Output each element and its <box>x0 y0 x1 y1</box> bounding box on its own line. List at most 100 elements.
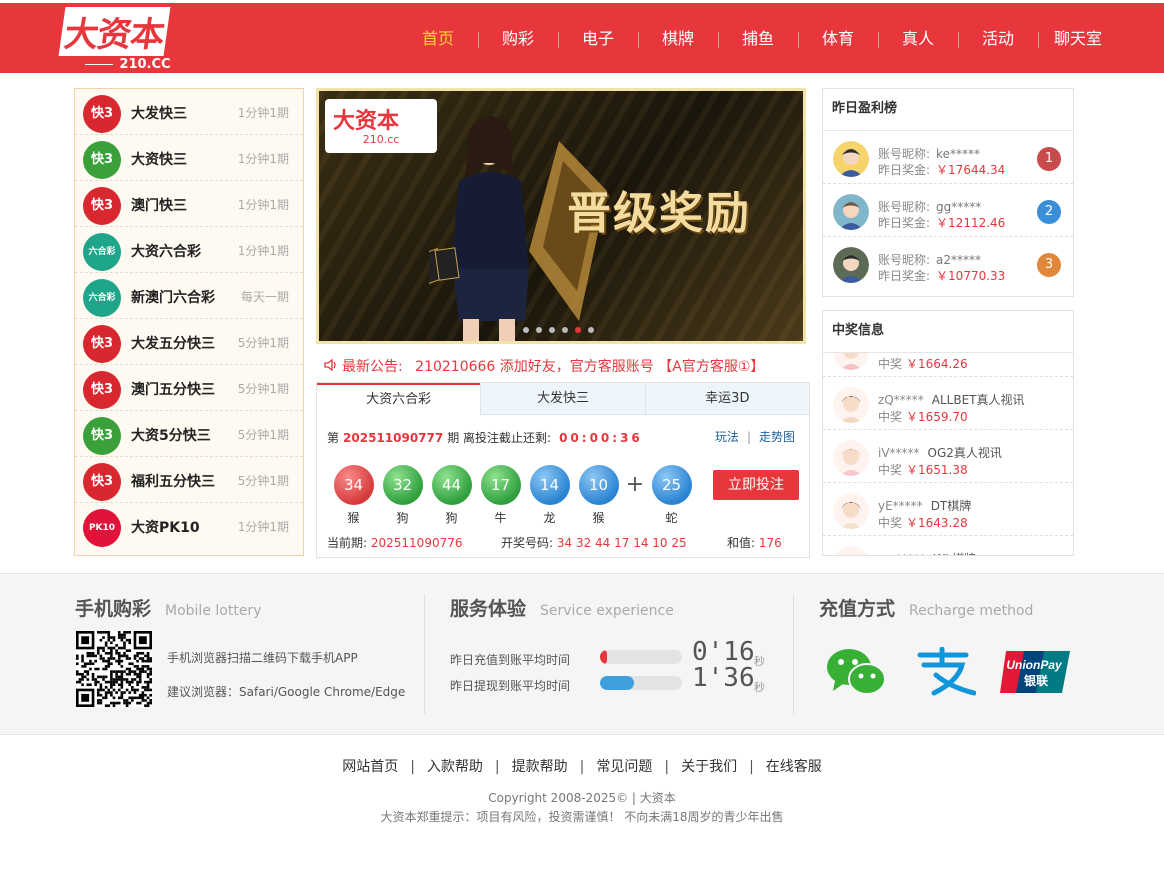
lottery-period: 1分钟1期 <box>237 152 289 166</box>
trend-chart-link[interactable]: 走势图 <box>759 430 795 444</box>
footer-link-5[interactable]: 在线客服 <box>766 759 822 775</box>
unionpay-text-cn: 银联 <box>1024 673 1048 688</box>
link-separator: | <box>746 430 751 444</box>
lottery-list-item[interactable]: 快3 福利五分快三 5分钟1期 <box>75 457 303 503</box>
nickname-label: 账号昵称: <box>878 253 931 267</box>
pk10-icon: PK10 <box>83 509 121 547</box>
nav-item-8[interactable]: 聊天室 <box>1038 21 1118 61</box>
kuai3-red-icon: 快3 <box>83 187 121 225</box>
banner-dot[interactable] <box>523 327 529 333</box>
ball-number: 44 <box>431 465 472 505</box>
nav-item-2[interactable]: 电子 <box>558 21 638 61</box>
ranking-row: 账号昵称: a2***** 昨日奖金: ￥10770.33 3 <box>823 237 1073 290</box>
lottery-list-item[interactable]: PK10 大资PK10 1分钟1期 <box>75 503 303 549</box>
risk-warning: 大资本郑重提示：项目有风险，投资需谨慎！ 不向未满18周岁的青少年出售 <box>380 810 784 824</box>
unionpay-icon[interactable]: UnionPay 银联 <box>998 647 1072 697</box>
withdraw-time-label: 昨日提现到账平均时间 <box>450 679 571 693</box>
kuai3-red-icon: 快3 <box>83 371 121 409</box>
winners-list[interactable]: 中奖 ￥1664.26 zQ***** ALLBET真人视讯 中奖 ￥1659.70 iV*… <box>823 353 1073 555</box>
prize-label: 昨日奖金: <box>878 163 931 177</box>
nav-item-5[interactable]: 体育 <box>798 21 878 61</box>
ball-number: 17 <box>480 465 521 505</box>
lottery-name: 新澳门六合彩 <box>131 290 215 306</box>
lottery-list-item[interactable]: 快3 大发五分快三 5分钟1期 <box>75 319 303 365</box>
avatar <box>833 493 869 529</box>
banner-dot[interactable] <box>562 327 568 333</box>
nav-item-1[interactable]: 购彩 <box>478 21 558 61</box>
promo-banner[interactable]: 大资本 210.cc 晋级奖励 <box>316 88 806 344</box>
lottery-list-item[interactable]: 六合彩 大资六合彩 1分钟1期 <box>75 227 303 273</box>
banner-dot[interactable] <box>536 327 542 333</box>
rules-link[interactable]: 玩法 <box>715 430 739 444</box>
mobile-title-en: Mobile lottery <box>165 603 262 619</box>
banner-dot[interactable] <box>588 327 594 333</box>
avatar <box>833 141 869 177</box>
footer-link-0[interactable]: 网站首页 <box>342 759 398 775</box>
bet-now-button[interactable]: 立即投注 <box>713 470 799 500</box>
winner-game: DT棋牌 <box>930 499 972 513</box>
divider <box>424 594 425 714</box>
lottery-list-item[interactable]: 快3 大资5分快三 5分钟1期 <box>75 411 303 457</box>
footer-link-4[interactable]: 关于我们 <box>681 759 737 775</box>
nav-item-6[interactable]: 真人 <box>878 21 958 61</box>
deposit-time-unit: 秒 <box>754 655 765 668</box>
prize-line: 昨日奖金: ￥12112.46 <box>878 214 1005 231</box>
winners-title: 中奖信息 <box>823 311 1073 353</box>
recharge-section-title: 充值方式 Recharge method <box>819 594 1033 621</box>
winner-info: zQ***** ALLBET真人视讯 <box>878 391 1024 408</box>
prize-value: ￥12112.46 <box>936 216 1006 230</box>
ball-number: 25 <box>651 465 692 505</box>
lottery-tab-1[interactable]: 大发快三 <box>480 383 645 415</box>
winner-user: iV***** <box>878 446 920 460</box>
ball-number: 14 <box>529 465 570 505</box>
footer-link-3[interactable]: 常见问题 <box>596 759 652 775</box>
kuai3-red-icon: 快3 <box>83 463 121 501</box>
prev-issue-label: 当前期: <box>327 536 368 550</box>
won-label: 中奖 <box>878 357 903 371</box>
nav-item-7[interactable]: 活动 <box>958 21 1038 61</box>
previous-draw: 当前期: 202511090776 开奖号码: 34 32 44 17 14 1… <box>327 534 801 551</box>
nav-item-0[interactable]: 首页 <box>398 21 478 61</box>
lottery-list-item[interactable]: 快3 澳门快三 1分钟1期 <box>75 181 303 227</box>
nav-item-3[interactable]: 棋牌 <box>638 21 718 61</box>
draw-ball: 32 狗 <box>378 465 427 526</box>
draw-ball: 17 牛 <box>476 465 525 526</box>
winner-row: zQ***** ALLBET真人视讯 中奖 ￥1659.70 <box>823 377 1073 430</box>
winner-amount-line: 中奖 ￥1651.38 <box>878 461 968 478</box>
notice-bar[interactable]: 最新公告: 210210666 添加好友，官方客服账号 【A官方客服①】 <box>324 356 804 376</box>
footer-link-1[interactable]: 入款帮助 <box>427 759 483 775</box>
nav-item-4[interactable]: 捕鱼 <box>718 21 798 61</box>
banner-logo-domain: 210.cc <box>362 133 400 146</box>
footer-separator: | <box>749 759 754 775</box>
lottery-list-item[interactable]: 快3 澳门五分快三 5分钟1期 <box>75 365 303 411</box>
footer-link-2[interactable]: 提款帮助 <box>512 759 568 775</box>
liuhecai-teal-icon: 六合彩 <box>83 279 121 317</box>
recharge-title: 充值方式 <box>819 598 896 620</box>
winner-info: yE***** DT棋牌 <box>878 497 971 514</box>
banner-dot[interactable] <box>549 327 555 333</box>
lottery-list-item[interactable]: 六合彩 新澳门六合彩 每天一期 <box>75 273 303 319</box>
countdown-timer: 00:00:36 <box>559 431 643 445</box>
lottery-draw-panel: 大资六合彩 大发快三 幸运3D 第 202511090777 期 离投注截止还剩: 00:… <box>316 382 810 558</box>
lottery-tab-0[interactable]: 大资六合彩 <box>317 383 481 415</box>
winner-game: ALLBET真人视讯 <box>931 393 1025 407</box>
lottery-list-item[interactable]: 快3 大资快三 1分钟1期 <box>75 135 303 181</box>
lottery-period: 1分钟1期 <box>237 106 289 120</box>
wechat-pay-icon[interactable] <box>825 647 887 697</box>
logo-domain: 210.CC <box>62 57 188 87</box>
ball-number: 10 <box>578 465 619 505</box>
alipay-icon[interactable] <box>914 647 976 697</box>
draw-numbers: 34 32 44 17 14 10 25 <box>556 536 687 550</box>
site-logo[interactable]: 大资本 210.CC <box>58 7 192 75</box>
lottery-list-item[interactable]: 快3 大发快三 1分钟1期 <box>75 89 303 135</box>
nickname-value: gg***** <box>936 200 982 214</box>
lottery-tab-2[interactable]: 幸运3D <box>644 383 809 415</box>
banner-dot[interactable] <box>575 327 581 333</box>
mobile-section-title: 手机购彩 Mobile lottery <box>75 594 261 621</box>
winner-row: iV***** OG2真人视讯 中奖 ￥1651.38 <box>823 430 1073 483</box>
liuhecai-teal-icon: 六合彩 <box>83 233 121 271</box>
ranking-row: 账号昵称: ke***** 昨日奖金: ￥17644.34 1 <box>823 131 1073 184</box>
avatar <box>833 387 869 423</box>
avatar <box>833 194 869 230</box>
winner-user: zQ***** <box>878 393 924 407</box>
